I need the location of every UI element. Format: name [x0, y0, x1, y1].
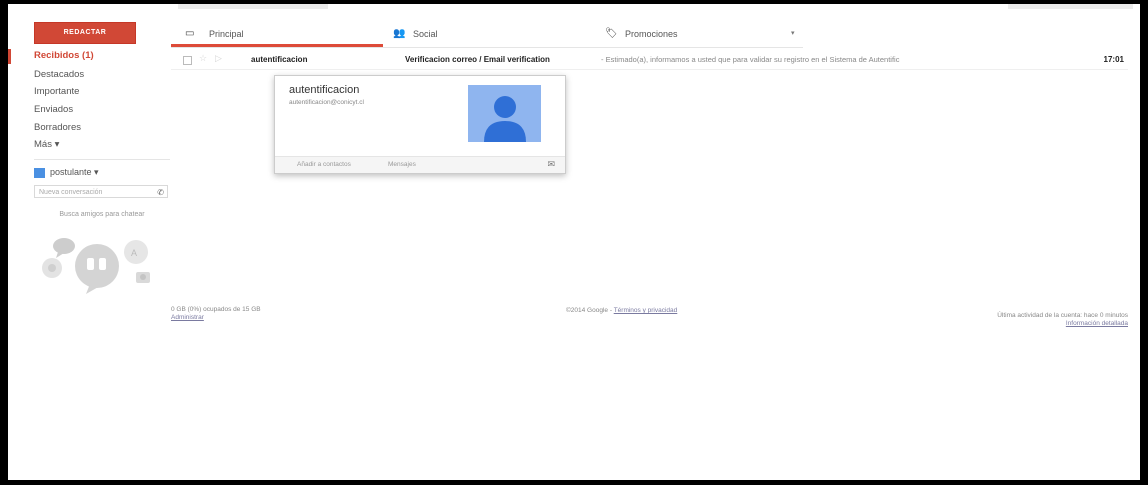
tab-promociones-label: Promociones — [625, 29, 678, 39]
account-activity: Última actividad de la cuenta: hace 0 mi… — [997, 312, 1128, 328]
people-icon: 👥 — [393, 28, 406, 39]
hovercard-name: autentificacion — [289, 84, 360, 96]
nav-item-starred[interactable]: Destacados — [34, 69, 84, 80]
inbox-icon: ▭ — [185, 28, 195, 39]
top-toolbar-strip — [178, 4, 328, 9]
top-toolbar-strip-right — [1008, 4, 1133, 9]
gmail-window: REDACTAR Recibidos (1) Destacados Import… — [8, 4, 1140, 480]
hovercard-footer: Añadir a contactos Mensajes ✉ — [275, 156, 565, 173]
message-time: 17:01 — [1103, 55, 1124, 64]
tab-dropdown-icon[interactable]: ▾ — [791, 21, 795, 47]
copyright-text: ©2014 Google - — [566, 307, 612, 314]
nav-active-indicator — [8, 49, 11, 64]
nav-divider — [34, 159, 170, 160]
chat-hint-text: Busca amigos para chatear — [59, 211, 145, 218]
tab-principal[interactable]: ▭ Principal — [171, 21, 383, 47]
nav-item-inbox[interactable]: Recibidos (1) — [34, 50, 94, 61]
message-sender: autentificacion — [251, 55, 308, 64]
row-checkbox[interactable] — [183, 56, 192, 65]
compose-button[interactable]: REDACTAR — [34, 22, 136, 44]
chat-search-placeholder: Nueva conversación — [39, 189, 103, 196]
important-marker-icon[interactable]: ▷ — [215, 53, 222, 64]
nav-item-important[interactable]: Importante — [34, 86, 79, 97]
copyright-info: ©2014 Google - Términos y privacidad — [566, 307, 677, 315]
tab-promociones[interactable]: 🏷 Promociones ▾ — [595, 21, 803, 47]
add-to-contacts-link[interactable]: Añadir a contactos — [297, 161, 351, 168]
chat-user-menu[interactable]: postulante ▾ — [50, 167, 99, 178]
phone-icon[interactable]: ✆ — [157, 186, 164, 199]
contact-avatar — [468, 85, 541, 142]
chat-search-input[interactable]: Nueva conversación ✆ — [34, 185, 168, 198]
tab-principal-label: Principal — [209, 29, 244, 39]
messages-link[interactable]: Mensajes — [388, 161, 416, 168]
svg-text:A: A — [131, 248, 137, 258]
last-activity-text: Última actividad de la cuenta: hace 0 mi… — [997, 312, 1128, 319]
message-snippet: - Estimado(a), informamos a usted que pa… — [601, 55, 900, 64]
category-tabs: ▭ Principal 👥 Social 🏷 Promociones ▾ — [171, 21, 803, 48]
nav-item-sent[interactable]: Enviados — [34, 104, 73, 115]
hovercard-email: autentificacion@conicyt.cl — [289, 99, 364, 106]
person-icon — [484, 96, 526, 142]
storage-usage-text: 0 GB (0%) ocupados de 15 GB — [171, 306, 261, 313]
contact-hovercard: autentificacion autentificacion@conicyt.… — [274, 75, 566, 174]
nav-item-more[interactable]: Más ▾ — [34, 139, 59, 150]
star-icon[interactable]: ☆ — [199, 53, 207, 64]
tab-social[interactable]: 👥 Social — [383, 21, 595, 47]
manage-storage-link[interactable]: Administrar — [171, 314, 204, 321]
chat-user-avatar — [34, 168, 45, 178]
message-row[interactable]: ☆ ▷ autentificacion Verificacion correo … — [171, 51, 1128, 70]
message-subject: Verificacion correo / Email verification — [405, 55, 550, 64]
tab-social-label: Social — [413, 29, 438, 39]
storage-info: 0 GB (0%) ocupados de 15 GB Administrar — [171, 306, 261, 322]
hangouts-illustration: A — [42, 238, 150, 294]
details-link[interactable]: Información detallada — [1066, 320, 1128, 327]
mail-icon[interactable]: ✉ — [547, 159, 555, 170]
nav-item-drafts[interactable]: Borradores — [34, 122, 81, 133]
terms-link[interactable]: Términos y privacidad — [614, 307, 678, 314]
tag-icon: 🏷 — [605, 28, 618, 39]
